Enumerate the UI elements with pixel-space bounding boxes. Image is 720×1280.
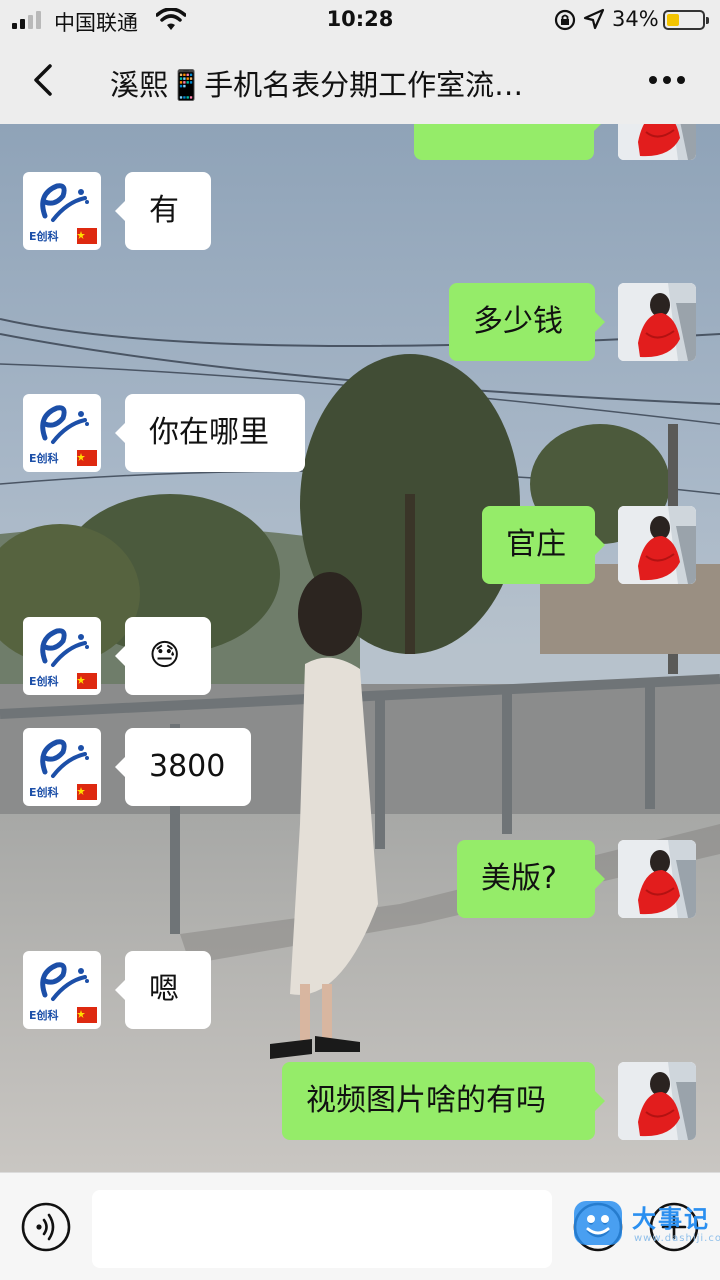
- my-avatar[interactable]: [618, 506, 696, 584]
- received-message-bubble[interactable]: 有: [115, 172, 211, 250]
- sent-message-bubble[interactable]: 美版?: [457, 840, 605, 918]
- battery-icon: [663, 10, 709, 30]
- my-avatar[interactable]: [618, 1062, 696, 1140]
- svg-text:E创科: E创科: [29, 785, 59, 799]
- svg-text:E创科: E创科: [29, 229, 59, 243]
- sent-message-bubble[interactable]: [414, 124, 604, 160]
- received-message-bubble[interactable]: 3800: [115, 728, 251, 806]
- my-avatar[interactable]: [618, 124, 696, 160]
- sent-message-bubble[interactable]: 视频图片啥的有吗: [282, 1062, 605, 1140]
- chat-header: 溪熙📱手机名表分期工作室流…: [0, 40, 720, 124]
- contact-avatar[interactable]: E创科: [23, 951, 101, 1029]
- chat-background-image: [0, 124, 720, 1172]
- input-bar: 大事记 www.dashiji.com: [0, 1172, 720, 1280]
- received-message-bubble[interactable]: 你在哪里: [115, 394, 305, 472]
- orientation-lock-icon: [554, 9, 576, 31]
- svg-text:E创科: E创科: [29, 674, 59, 688]
- contact-avatar[interactable]: E创科: [23, 172, 101, 250]
- chevron-left-icon[interactable]: [24, 58, 64, 102]
- svg-text:E创科: E创科: [29, 451, 59, 465]
- my-avatar[interactable]: [618, 283, 696, 361]
- contact-avatar[interactable]: E创科: [23, 394, 101, 472]
- watermark-sub: www.dashiji.com: [634, 1233, 720, 1244]
- chat-title[interactable]: 溪熙📱手机名表分期工作室流…: [110, 62, 610, 104]
- message-list[interactable]: E创科有多少钱 E创科 你在哪里 官庄 E创科 😓 E创科 3800 美版? E创科嗯视频图片啥的…: [0, 124, 720, 1172]
- svg-text:E创科: E创科: [29, 1008, 59, 1022]
- my-avatar[interactable]: [618, 840, 696, 918]
- watermark-text: 大事记: [632, 1205, 710, 1233]
- status-bar: 中国联通 10:28 34%: [0, 0, 720, 40]
- contact-avatar[interactable]: E创科: [23, 617, 101, 695]
- message-input[interactable]: [92, 1190, 552, 1268]
- received-message-bubble[interactable]: 嗯: [115, 951, 211, 1029]
- battery-percent: 34%: [612, 7, 659, 31]
- watermark-icon: [574, 1201, 622, 1245]
- more-dots-icon[interactable]: [642, 58, 692, 102]
- voice-icon[interactable]: [20, 1201, 72, 1253]
- contact-avatar[interactable]: E创科: [23, 728, 101, 806]
- received-message-bubble[interactable]: 😓: [115, 617, 211, 695]
- sent-message-bubble[interactable]: 多少钱: [449, 283, 605, 361]
- watermark-logo: 大事记 www.dashiji.com: [570, 1193, 720, 1263]
- sent-message-bubble[interactable]: 官庄: [482, 506, 605, 584]
- location-icon: [583, 8, 605, 30]
